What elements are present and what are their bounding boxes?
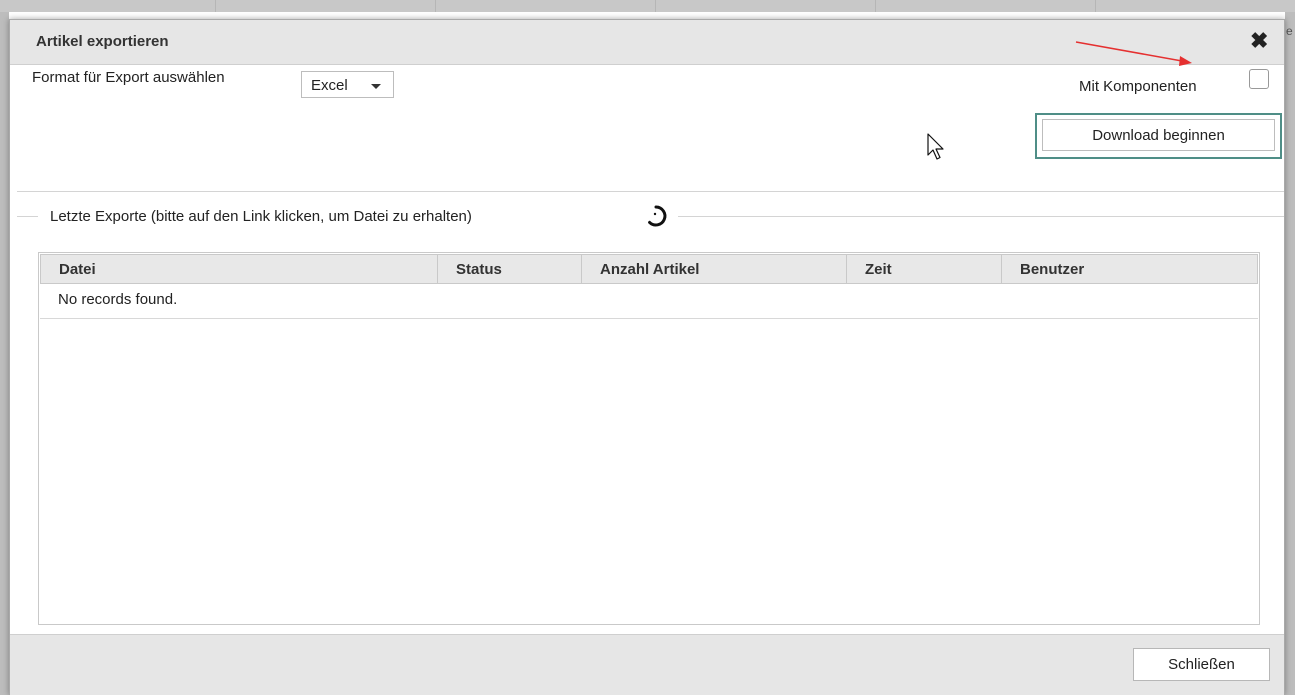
dialog-footer: Schließen: [10, 634, 1284, 695]
chevron-down-icon: [371, 84, 381, 89]
table-row-empty: No records found.: [40, 284, 1258, 319]
column-header-zeit[interactable]: Zeit: [847, 255, 1002, 283]
with-components-label: Mit Komponenten: [1079, 78, 1197, 95]
recent-exports-legend: Letzte Exporte (bitte auf den Link klick…: [50, 208, 472, 225]
close-icon[interactable]: ✖: [1250, 30, 1268, 52]
background-header-strip: [0, 0, 1295, 12]
fieldset-border-right: [678, 216, 1284, 217]
section-divider: [17, 191, 1284, 192]
column-header-datei[interactable]: Datei: [41, 255, 438, 283]
dialog-title: Artikel exportieren: [36, 33, 169, 50]
background-left-edge: [0, 12, 9, 695]
table-header: Datei Status Anzahl Artikel Zeit Benutze…: [40, 254, 1258, 284]
empty-message: No records found.: [58, 291, 178, 308]
recent-exports-table: Datei Status Anzahl Artikel Zeit Benutze…: [38, 252, 1260, 625]
format-select[interactable]: Excel: [301, 71, 394, 98]
format-select-value: Excel: [311, 77, 348, 94]
column-header-anzahl-artikel[interactable]: Anzahl Artikel: [582, 255, 847, 283]
background-right-edge: e: [1285, 12, 1295, 695]
download-button[interactable]: Download beginnen: [1042, 119, 1275, 151]
export-dialog: Artikel exportieren ✖ Format für Export …: [9, 19, 1285, 695]
close-button[interactable]: Schließen: [1133, 648, 1270, 681]
format-label: Format für Export auswählen: [32, 69, 225, 86]
refresh-icon[interactable]: [644, 204, 668, 228]
download-button-focus-ring: Download beginnen: [1035, 113, 1282, 159]
fieldset-border-left: [17, 216, 38, 217]
column-header-status[interactable]: Status: [438, 255, 582, 283]
mouse-cursor-icon: [927, 133, 944, 160]
with-components-checkbox[interactable]: [1249, 69, 1269, 89]
annotation-arrow-icon: [1075, 41, 1192, 66]
column-header-benutzer[interactable]: Benutzer: [1002, 255, 1257, 283]
